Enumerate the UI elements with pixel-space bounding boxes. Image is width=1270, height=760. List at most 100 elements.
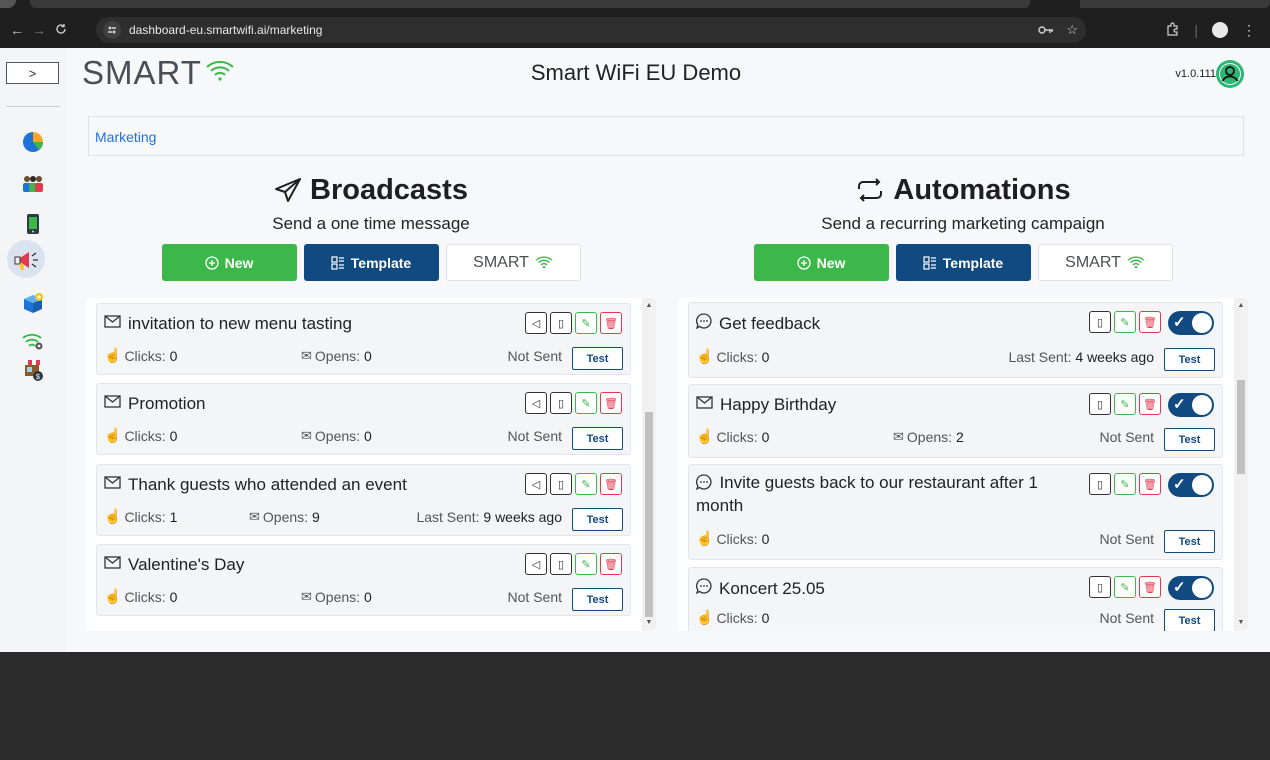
enable-toggle[interactable]: ✓ <box>1168 473 1214 497</box>
card-meta: ☝ Clicks: 0 Not Sent <box>696 530 1216 547</box>
bookmark-star-icon[interactable]: ☆ <box>1066 22 1078 38</box>
scroll-down-icon[interactable]: ▼ <box>645 619 653 627</box>
toolbar-divider: | <box>1194 22 1198 38</box>
sidebar: > $ <box>0 48 66 652</box>
test-button[interactable]: Test <box>572 347 623 370</box>
card-actions: ▯ ✎ 🗑 ✓ <box>1089 576 1214 600</box>
test-button[interactable]: Test <box>1164 530 1215 553</box>
automations-scrollbar[interactable]: ▲ ▼ <box>1234 298 1248 631</box>
scroll-down-icon[interactable]: ▼ <box>1237 619 1245 627</box>
edit-icon[interactable]: ✎ <box>575 553 597 575</box>
copy-icon[interactable]: ▯ <box>1089 311 1111 333</box>
enable-toggle[interactable]: ✓ <box>1168 311 1214 335</box>
test-button[interactable]: Test <box>572 508 623 531</box>
test-button[interactable]: Test <box>1164 348 1215 371</box>
copy-icon[interactable]: ▯ <box>550 312 572 334</box>
browser-menu-icon[interactable]: ⋮ <box>1242 22 1256 39</box>
edit-icon[interactable]: ✎ <box>575 473 597 495</box>
scroll-thumb[interactable] <box>645 412 653 617</box>
user-account-icon[interactable] <box>1216 60 1244 88</box>
opens-label: Opens: <box>314 347 361 364</box>
edit-icon[interactable]: ✎ <box>575 312 597 334</box>
send-icon[interactable]: ◁ <box>525 392 547 414</box>
send-icon[interactable]: ◁ <box>525 473 547 495</box>
broadcast-template-button[interactable]: Template <box>303 244 439 281</box>
wifi-icon <box>535 256 553 269</box>
delete-icon[interactable]: 🗑 <box>600 553 622 575</box>
copy-icon[interactable]: ▯ <box>550 392 572 414</box>
edit-icon[interactable]: ✎ <box>575 392 597 414</box>
automation-template-button[interactable]: Template <box>895 244 1031 281</box>
password-key-icon[interactable] <box>1038 23 1054 38</box>
test-button[interactable]: Test <box>1164 609 1215 631</box>
delete-icon[interactable]: 🗑 <box>1139 393 1161 415</box>
test-button[interactable]: Test <box>1164 428 1215 451</box>
clicks-label: Clicks: <box>716 348 758 365</box>
broadcast-card[interactable]: Valentine's Day ◁ ▯ ✎ 🗑 ☝ Clicks: 0 ✉ Open… <box>96 544 631 616</box>
scroll-thumb[interactable] <box>1237 380 1245 474</box>
broadcast-card[interactable]: Thank guests who attended an event ◁ ▯ ✎… <box>96 464 631 536</box>
scroll-up-icon[interactable]: ▲ <box>1237 302 1245 310</box>
reload-icon[interactable] <box>50 23 72 38</box>
store-icon[interactable]: $ <box>20 358 46 382</box>
automation-card[interactable]: Get feedback ▯ ✎ 🗑 ✓ ☝ Clicks: 0 Last Sen… <box>688 302 1223 378</box>
browser-tab-right[interactable] <box>1080 0 1270 8</box>
mobile-icon[interactable] <box>20 212 46 236</box>
opens-stat: ✉ Opens: 0 <box>301 428 372 444</box>
new-broadcast-button[interactable]: New <box>161 244 297 281</box>
users-icon[interactable] <box>20 172 46 196</box>
copy-icon[interactable]: ▯ <box>550 473 572 495</box>
enable-toggle[interactable]: ✓ <box>1168 393 1214 417</box>
edit-icon[interactable]: ✎ <box>1114 393 1136 415</box>
copy-icon[interactable]: ▯ <box>550 553 572 575</box>
site-info-icon[interactable] <box>103 21 121 39</box>
status-value: 9 weeks ago <box>483 508 562 525</box>
back-icon[interactable]: ← <box>6 22 28 38</box>
delete-icon[interactable]: 🗑 <box>600 473 622 495</box>
card-actions: ◁ ▯ ✎ 🗑 <box>525 312 622 334</box>
address-bar[interactable]: dashboard-eu.smartwifi.ai/marketing ☆ <box>96 17 1086 43</box>
delete-icon[interactable]: 🗑 <box>1139 473 1161 495</box>
copy-icon[interactable]: ▯ <box>1089 576 1111 598</box>
wifi-settings-icon[interactable] <box>20 329 46 353</box>
automation-smart-button[interactable]: SMART <box>1037 244 1173 281</box>
breadcrumb-marketing-link[interactable]: Marketing <box>95 129 156 145</box>
opens-label: Opens: <box>906 428 953 445</box>
profile-avatar[interactable] <box>1212 22 1228 38</box>
pie-chart-icon[interactable] <box>20 130 46 154</box>
edit-icon[interactable]: ✎ <box>1114 473 1136 495</box>
delete-icon[interactable]: 🗑 <box>600 392 622 414</box>
edit-icon[interactable]: ✎ <box>1114 311 1136 333</box>
send-icon[interactable]: ◁ <box>525 312 547 334</box>
test-button[interactable]: Test <box>572 427 623 450</box>
test-button[interactable]: Test <box>572 588 623 611</box>
automations-title: Automations <box>893 173 1071 206</box>
broadcast-card[interactable]: invitation to new menu tasting ◁ ▯ ✎ 🗑 ☝… <box>96 303 631 375</box>
delete-icon[interactable]: 🗑 <box>600 312 622 334</box>
check-icon: ✓ <box>1173 314 1186 331</box>
scroll-up-icon[interactable]: ▲ <box>645 302 653 310</box>
box-icon[interactable] <box>20 291 46 315</box>
automation-card[interactable]: Happy Birthday ▯ ✎ 🗑 ✓ ☝ Clicks: 0 ✉ Opens… <box>688 384 1223 458</box>
edit-icon[interactable]: ✎ <box>1114 576 1136 598</box>
extensions-icon[interactable] <box>1166 21 1180 39</box>
clicks-value: 0 <box>761 348 770 365</box>
automation-card[interactable]: Invite guests back to our restaurant aft… <box>688 464 1223 560</box>
copy-icon[interactable]: ▯ <box>1089 473 1111 495</box>
broadcasts-list[interactable]: invitation to new menu tasting ◁ ▯ ✎ 🗑 ☝… <box>86 298 656 631</box>
browser-tab[interactable] <box>30 0 1030 8</box>
enable-toggle[interactable]: ✓ <box>1168 576 1214 600</box>
card-title: Get feedback <box>695 313 820 334</box>
broadcast-smart-button[interactable]: SMART <box>445 244 581 281</box>
broadcasts-scrollbar[interactable]: ▲ ▼ <box>642 298 656 631</box>
broadcast-card[interactable]: Promotion ◁ ▯ ✎ 🗑 ☝ Clicks: 0 ✉ Opens: 0 N… <box>96 383 631 455</box>
automations-list[interactable]: Get feedback ▯ ✎ 🗑 ✓ ☝ Clicks: 0 Last Sen… <box>678 298 1248 631</box>
copy-icon[interactable]: ▯ <box>1089 393 1111 415</box>
send-icon[interactable]: ◁ <box>525 553 547 575</box>
delete-icon[interactable]: 🗑 <box>1139 311 1161 333</box>
new-automation-button[interactable]: New <box>753 244 889 281</box>
forward-icon[interactable]: → <box>28 22 50 38</box>
delete-icon[interactable]: 🗑 <box>1139 576 1161 598</box>
automation-card[interactable]: Koncert 25.05 ▯ ✎ 🗑 ✓ ☝ Clicks: 0 Not Sen… <box>688 567 1223 631</box>
megaphone-icon[interactable] <box>6 240 60 280</box>
